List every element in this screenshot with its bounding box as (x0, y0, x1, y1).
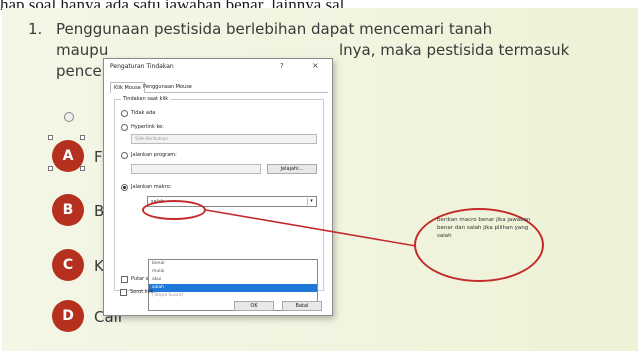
slide-canvas: 1. Penggunaan pestisida berlebihan dapat… (2, 8, 638, 351)
annotation-text: berikan macro benar jika jawaban benar d… (437, 217, 531, 239)
annotation-arrow (205, 209, 417, 247)
